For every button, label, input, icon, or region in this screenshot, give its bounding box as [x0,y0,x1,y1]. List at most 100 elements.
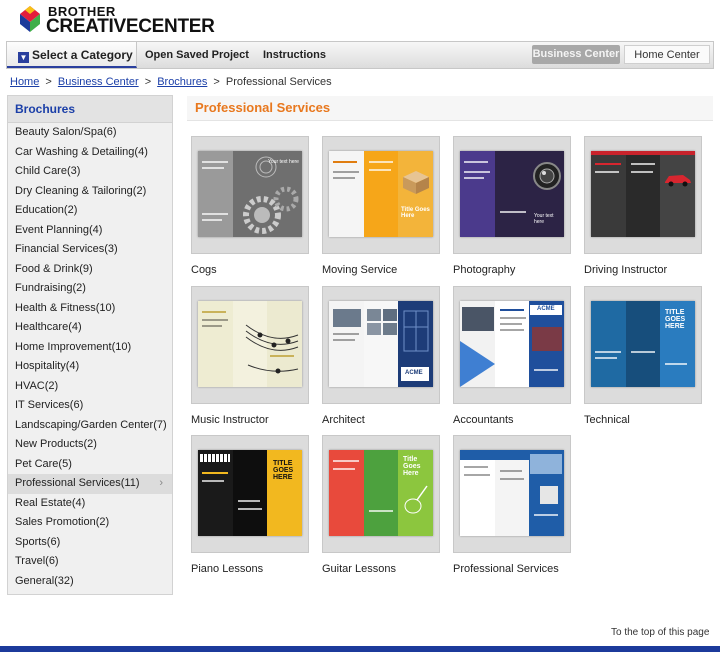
sidebar-item-professional-services[interactable]: Professional Services(11) › [8,474,172,494]
guitar-icon [404,485,428,514]
select-category-tab[interactable]: ▼ Select a Category [7,42,137,68]
thumb-panel [626,301,660,387]
brochure-thumbnail [591,151,695,237]
breadcrumb-business-link[interactable]: Business Center [58,76,139,88]
chevron-decoration-icon [460,341,495,387]
photo-icon [532,327,562,351]
product-name: CREATIVECENTER [46,16,215,37]
brochure-thumbnail: Your text here [460,151,564,237]
thumbnail-frame: Your text here [453,136,571,254]
thumb-panel [198,301,233,387]
thumb-title: TITLE GOES HERE [665,309,686,330]
template-label: Professional Services [453,563,559,575]
sidebar-item-child-care[interactable]: Child Care(3) [8,162,172,182]
thumbnail-frame: Your text here [191,136,309,254]
template-label: Accountants [453,414,514,426]
sidebar-item-healthcare[interactable]: Healthcare(4) [8,318,172,338]
sidebar-item-new-products[interactable]: New Products(2) [8,435,172,455]
sidebar-item-sports[interactable]: Sports(6) [8,533,172,553]
sidebar-item-hvac[interactable]: HVAC(2) [8,377,172,397]
sidebar-item-beauty-salon-spa[interactable]: Beauty Salon/Spa(6) [8,123,172,143]
photo-icon [367,323,381,335]
sidebar-item-event-planning[interactable]: Event Planning(4) [8,221,172,241]
footer-bar [0,646,720,652]
sidebar-item-real-estate[interactable]: Real Estate(4) [8,494,172,514]
sidebar-item-sales-promotion[interactable]: Sales Promotion(2) [8,513,172,533]
brochure-thumbnail: ACME [329,301,433,387]
brochure-thumbnail [198,301,302,387]
sidebar-item-home-improvement[interactable]: Home Improvement(10) [8,338,172,358]
sidebar-item-it-services[interactable]: IT Services(6) [8,396,172,416]
thumb-caption: ACME [405,370,423,376]
sidebar-item-financial-services[interactable]: Financial Services(3) [8,240,172,260]
brochure-thumbnail [460,450,564,536]
template-card-architect[interactable]: ACME Architect [322,286,440,426]
thumb-caption: Your text here [268,159,299,165]
template-label: Music Instructor [191,414,269,426]
top-navbar: ▼ Select a Category Open Saved Project In… [6,41,714,69]
thumbnail-frame [453,435,571,553]
page-title: Professional Services [195,100,331,115]
thumbnail-frame: ACME [453,286,571,404]
thumb-panel [460,450,495,536]
brochure-thumbnail: Title Goes Here [329,450,433,536]
handshake-photo-icon [462,307,494,331]
thumb-panel [198,151,233,237]
breadcrumb-brochures-link[interactable]: Brochures [157,76,207,88]
template-card-driving-instructor[interactable]: Driving Instructor [584,136,702,276]
template-card-accountants[interactable]: ACME Accountants [453,286,571,426]
thumb-title: TITLE GOES HERE [273,460,294,481]
brand-logo[interactable]: BROTHER CREATIVECENTER [16,2,215,38]
template-card-guitar-lessons[interactable]: Title Goes Here Guitar Lessons [322,435,440,575]
thumb-panel [460,151,495,237]
template-card-music-instructor[interactable]: Music Instructor [191,286,309,426]
sidebar-item-general[interactable]: General(32) [8,572,172,592]
thumb-caption: Your text here [534,213,554,225]
instructions-tab[interactable]: Instructions [263,42,326,68]
thumbnail-frame: ACME [322,286,440,404]
thumb-panel [495,301,529,387]
back-to-top-link[interactable]: To the top of this page [611,627,709,638]
sidebar-item-car-washing[interactable]: Car Washing & Detailing(4) [8,143,172,163]
sidebar-item-travel[interactable]: Travel(6) [8,552,172,572]
photo-icon [367,309,381,321]
template-label: Driving Instructor [584,264,668,276]
template-card-moving-service[interactable]: Title Goes Here Moving Service [322,136,440,276]
template-card-cogs[interactable]: Your text here Cogs [191,136,309,276]
template-label: Guitar Lessons [322,563,396,575]
home-center-button[interactable]: Home Center [624,45,710,64]
piano-keys-icon [200,454,230,462]
thumb-panel [364,450,398,536]
template-card-photography[interactable]: Your text here Photography [453,136,571,276]
sidebar-item-fundraising[interactable]: Fundraising(2) [8,279,172,299]
sidebar-item-health-fitness[interactable]: Health & Fitness(10) [8,299,172,319]
brother-logo-icon [20,6,40,32]
music-notes-icon [245,324,299,374]
thumb-panel [329,450,364,536]
category-list: Beauty Salon/Spa(6) Car Washing & Detail… [8,123,172,591]
sidebar-item-landscaping[interactable]: Landscaping/Garden Center(7) [8,416,172,436]
sidebar-item-hospitality[interactable]: Hospitality(4) [8,357,172,377]
sidebar-item-pet-care[interactable]: Pet Care(5) [8,455,172,475]
brochure-thumbnail: Title Goes Here [329,151,433,237]
template-label: Piano Lessons [191,563,264,575]
template-label: Photography [453,264,516,276]
open-saved-project-tab[interactable]: Open Saved Project [145,42,249,68]
thumb-panel [329,151,364,237]
template-card-technical[interactable]: TITLE GOES HERE Technical [584,286,702,426]
brochure-thumbnail: TITLE GOES HERE [591,301,695,387]
breadcrumb-home-link[interactable]: Home [10,76,39,88]
template-label: Architect [322,414,365,426]
sidebar-item-education[interactable]: Education(2) [8,201,172,221]
brochure-thumbnail: Your text here [198,151,302,237]
business-center-button[interactable]: Business Center [532,45,620,64]
template-card-piano-lessons[interactable]: TITLE GOES HERE Piano Lessons [191,435,309,575]
template-card-professional-services[interactable]: Professional Services [453,435,571,575]
breadcrumb-separator: > [144,76,152,88]
sidebar-item-dry-cleaning[interactable]: Dry Cleaning & Tailoring(2) [8,182,172,202]
breadcrumb-separator: > [45,76,52,88]
breadcrumb-current: Professional Services [225,76,332,88]
template-label: Cogs [191,264,217,276]
sidebar-item-food-drink[interactable]: Food & Drink(9) [8,260,172,280]
thumb-title: Title Goes Here [401,207,430,219]
